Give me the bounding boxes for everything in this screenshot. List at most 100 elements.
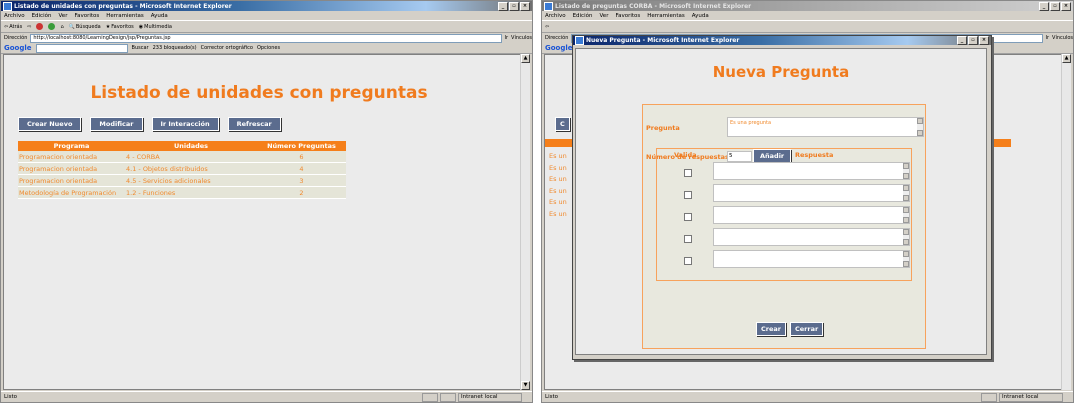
respuesta-textarea[interactable] (713, 228, 910, 246)
address-label: Dirección (545, 35, 569, 41)
respuesta-textarea[interactable] (713, 184, 910, 202)
dialog-title: Nueva Pregunta - Microsoft Internet Expl… (586, 37, 740, 44)
ie-icon (3, 1, 12, 11)
refrescar-button[interactable]: Refrescar (227, 117, 281, 131)
close-button[interactable]: × (1061, 1, 1071, 11)
scroll-down-icon[interactable]: ▼ (521, 381, 530, 390)
menu-edicion[interactable]: Edición (32, 13, 52, 19)
valida-checkbox[interactable] (684, 213, 692, 221)
links-label[interactable]: Vínculos (511, 35, 532, 41)
maximize-button[interactable]: ▫ (1050, 1, 1060, 11)
list-item[interactable]: Es un (549, 163, 567, 175)
google-search-button[interactable]: Buscar (132, 45, 149, 51)
crear-button[interactable]: Crear (756, 322, 786, 336)
refresh-icon[interactable] (48, 23, 56, 30)
title-bar: Listado de unidades con preguntas - Micr… (1, 1, 532, 11)
address-input[interactable]: http://localhost:8080/LearningDesign/jsp… (30, 33, 502, 43)
menu-archivo[interactable]: Archivo (4, 13, 25, 19)
media-icon: ◉ (138, 23, 144, 30)
menu-edicion[interactable]: Edición (573, 13, 593, 19)
close-button[interactable]: × (520, 1, 530, 11)
valida-checkbox[interactable] (684, 169, 692, 177)
table-row[interactable]: Programacion orientada 4.1 - Objetos dist… (18, 162, 346, 175)
table-row[interactable]: Programacion orientada 4.5 - Servicios ad… (18, 174, 346, 187)
status-bar: Listo Intranet local (1, 391, 532, 402)
google-logo[interactable]: Google (545, 44, 573, 52)
links-label[interactable]: Vínculos (1052, 35, 1073, 41)
respuesta-textarea[interactable] (713, 250, 910, 268)
spell-checker[interactable]: Corrector ortográfico (201, 45, 253, 51)
background-rows: Es un Es un Es un Es un Es un Es un (549, 151, 567, 220)
col-respuesta: Respuesta (795, 151, 834, 159)
options-button[interactable]: Opciones (257, 45, 280, 51)
list-item[interactable]: Es un (549, 209, 567, 221)
valida-checkbox[interactable] (684, 257, 692, 265)
close-button[interactable]: × (979, 36, 989, 45)
maximize-button[interactable]: ▫ (509, 1, 519, 11)
media-button[interactable]: ◉ Multimedia (139, 24, 172, 30)
minimize-button[interactable]: _ (957, 36, 967, 45)
stop-icon[interactable] (36, 23, 44, 30)
menu-ver[interactable]: Ver (599, 13, 608, 19)
col-programa: Programa (18, 141, 125, 151)
table-row[interactable]: Metodología de Programación 1.2 - Funcion… (18, 186, 346, 199)
search-button[interactable]: 🔍 Búsqueda (69, 24, 101, 30)
status-bar: Listo Intranet local (542, 391, 1073, 402)
google-search-input[interactable] (35, 43, 128, 53)
pregunta-textarea[interactable]: Es una pregunta (727, 117, 924, 137)
home-icon[interactable]: ⌂ (60, 24, 63, 30)
menu-herramientas[interactable]: Herramientas (647, 13, 684, 19)
col-valida: Valida (674, 151, 697, 159)
col-numero: Número Preguntas (257, 141, 346, 151)
respuesta-textarea[interactable] (713, 206, 910, 224)
back-button[interactable]: ⇦ Atrás (4, 24, 22, 30)
vertical-scrollbar[interactable]: ▲ (1061, 54, 1071, 390)
google-logo[interactable]: Google (4, 44, 32, 52)
search-icon: 🔍 (68, 23, 75, 30)
menu-favoritos[interactable]: Favoritos (74, 13, 99, 19)
menu-herramientas[interactable]: Herramientas (106, 13, 143, 19)
background-button[interactable]: C (555, 117, 570, 131)
table-row[interactable]: Programacion orientada 4 - CORBA 6 (18, 151, 346, 163)
forward-arrow-icon[interactable]: ⇨ (27, 24, 31, 30)
menu-ver[interactable]: Ver (58, 13, 67, 19)
pregunta-label: Pregunta (646, 124, 680, 132)
menu-archivo[interactable]: Archivo (545, 13, 566, 19)
scroll-up-icon[interactable]: ▲ (521, 54, 530, 63)
minimize-button[interactable]: _ (1039, 1, 1049, 11)
go-button[interactable]: Ir (505, 35, 509, 41)
vertical-scrollbar[interactable]: ▲ ▼ (520, 54, 530, 390)
favorites-button[interactable]: ★ Favoritos (106, 24, 134, 30)
title-bar: Listado de preguntas CORBA - Microsoft I… (542, 1, 1073, 11)
list-item[interactable]: Es un (549, 186, 567, 198)
ir-interaccion-button[interactable]: Ir Interacción (151, 117, 219, 131)
cerrar-button[interactable]: Cerrar (790, 322, 824, 336)
valida-checkbox[interactable] (684, 191, 692, 199)
scroll-up-icon[interactable]: ▲ (1062, 54, 1071, 63)
list-item[interactable]: Es un (549, 197, 567, 209)
go-button[interactable]: Ir (1046, 35, 1050, 41)
back-arrow-icon: ⇦ (4, 23, 9, 30)
status-text: Listo (545, 394, 558, 400)
menu-favoritos[interactable]: Favoritos (615, 13, 640, 19)
minimize-button[interactable]: _ (498, 1, 508, 11)
nueva-pregunta-dialog: Nueva Pregunta - Microsoft Internet Expl… (572, 35, 992, 360)
question-form: Pregunta Es una pregunta Número de respu… (642, 104, 926, 349)
popup-blocked[interactable]: 233 bloqueado(s) (153, 45, 197, 51)
valida-checkbox[interactable] (684, 235, 692, 243)
zone-label: Intranet local (999, 392, 1063, 402)
toolbar: ⇦ (542, 21, 1073, 33)
menu-bar: Archivo Edición Ver Favoritos Herramient… (1, 11, 532, 21)
menu-ayuda[interactable]: Ayuda (692, 13, 709, 19)
modificar-button[interactable]: Modificar (90, 117, 143, 131)
dialog-heading: Nueva Pregunta (712, 63, 850, 81)
respuesta-textarea[interactable] (713, 162, 910, 180)
crear-nuevo-button[interactable]: Crear Nuevo (18, 117, 82, 131)
zone-label: Intranet local (458, 392, 522, 402)
maximize-button[interactable]: ▫ (968, 36, 978, 45)
back-arrow-icon[interactable]: ⇦ (545, 24, 549, 30)
ie-icon (544, 1, 553, 11)
list-item[interactable]: Es un (549, 151, 567, 163)
list-item[interactable]: Es un (549, 174, 567, 186)
menu-ayuda[interactable]: Ayuda (151, 13, 168, 19)
